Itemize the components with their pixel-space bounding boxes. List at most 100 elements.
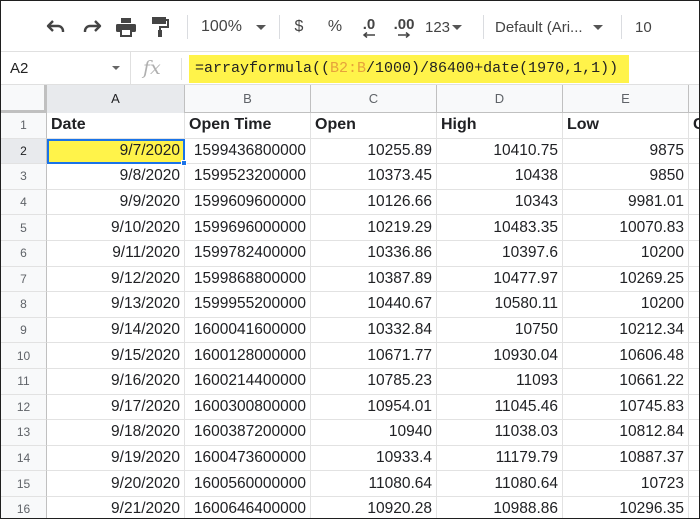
percent-format-button[interactable]: % <box>323 14 347 40</box>
cell-low[interactable]: 10723 <box>563 471 689 497</box>
cell-date[interactable]: 9/21/2020 <box>47 497 185 518</box>
cell-open[interactable]: 10671.77 <box>311 343 437 369</box>
formula-input[interactable]: =arrayformula((B2:B/1000)/86400+date(197… <box>189 55 629 83</box>
cell-low[interactable]: 10887.37 <box>563 445 689 472</box>
row-header[interactable]: 13 <box>1 420 47 446</box>
cell-close-partial[interactable] <box>689 292 699 318</box>
cell-low[interactable]: 10812.84 <box>563 420 689 446</box>
row-header[interactable]: 10 <box>1 343 47 369</box>
column-header-e[interactable]: E <box>563 85 689 113</box>
cell-open[interactable]: 10336.86 <box>311 241 437 267</box>
cell-open-time[interactable]: 1599782400000 <box>185 241 311 267</box>
cell-open[interactable]: 11080.64 <box>311 471 437 497</box>
cell-date[interactable]: 9/12/2020 <box>47 266 185 293</box>
cell-date[interactable]: 9/18/2020 <box>47 420 185 446</box>
row-header[interactable]: 4 <box>1 189 47 216</box>
cell-date[interactable]: 9/11/2020 <box>47 241 185 267</box>
undo-icon[interactable] <box>41 14 71 40</box>
cell-high[interactable]: 10477.97 <box>437 266 563 293</box>
cell-low[interactable]: 10269.25 <box>563 266 689 293</box>
column-header-b[interactable]: B <box>185 85 311 113</box>
cell-open-time[interactable]: 1599696000000 <box>185 215 311 241</box>
cell-date[interactable]: 9/7/2020 <box>47 138 185 165</box>
cell-high[interactable]: 11080.64 <box>437 471 563 497</box>
cell-low[interactable]: 10606.48 <box>563 343 689 369</box>
cell-close-partial[interactable] <box>689 215 699 241</box>
cell-open-time[interactable]: 1600041600000 <box>185 317 311 344</box>
zoom-select[interactable]: 100% <box>201 14 269 40</box>
cell-open[interactable]: 10954.01 <box>311 394 437 421</box>
cell-open-time[interactable]: 1600560000000 <box>185 471 311 497</box>
cell-date[interactable]: 9/17/2020 <box>47 394 185 421</box>
cell-open[interactable]: 10387.89 <box>311 266 437 293</box>
cell-high[interactable]: 10483.35 <box>437 215 563 241</box>
cell-high[interactable]: 11179.79 <box>437 445 563 472</box>
row-header[interactable]: 5 <box>1 215 47 241</box>
cell-high[interactable]: 10397.6 <box>437 241 563 267</box>
font-size-select[interactable]: 10 <box>635 14 675 40</box>
cell-low[interactable]: 9981.01 <box>563 189 689 216</box>
cell-close-partial[interactable] <box>689 395 699 421</box>
cell-low[interactable]: 10296.35 <box>563 497 689 518</box>
cell-high[interactable]: 10988.86 <box>437 497 563 518</box>
row-header[interactable]: 15 <box>1 471 47 497</box>
cell-date[interactable]: 9/20/2020 <box>47 471 185 497</box>
cell-low[interactable]: 10212.34 <box>563 317 689 344</box>
cell-high[interactable]: 10930.04 <box>437 343 563 369</box>
cell-low[interactable]: 10200 <box>563 241 689 267</box>
cell-high[interactable]: 10410.75 <box>437 138 563 165</box>
cell-open[interactable]: 10940 <box>311 420 437 446</box>
select-all-corner[interactable] <box>1 85 47 113</box>
cell-high[interactable]: 10750 <box>437 317 563 344</box>
cell-open[interactable]: 10126.66 <box>311 189 437 216</box>
header-cell-high[interactable]: High <box>437 113 563 139</box>
cell-date[interactable]: 9/8/2020 <box>47 164 185 190</box>
header-cell-low[interactable]: Low <box>563 113 689 139</box>
cell-low[interactable]: 10745.83 <box>563 394 689 421</box>
cell-date[interactable]: 9/15/2020 <box>47 343 185 369</box>
cell-high[interactable]: 11093 <box>437 369 563 395</box>
print-icon[interactable] <box>111 14 141 40</box>
cell-close-partial[interactable] <box>689 164 699 190</box>
fill-handle[interactable] <box>181 160 187 167</box>
header-cell-open[interactable]: Open <box>311 113 437 139</box>
cell-high[interactable]: 10438 <box>437 164 563 190</box>
cell-close-partial[interactable] <box>689 420 699 446</box>
cell-open-time[interactable]: 1599955200000 <box>185 292 311 318</box>
cell-open-time[interactable]: 1599609600000 <box>185 189 311 216</box>
cell-date[interactable]: 9/14/2020 <box>47 317 185 344</box>
cell-date[interactable]: 9/9/2020 <box>47 189 185 216</box>
row-header[interactable]: 6 <box>1 241 47 267</box>
cell-open-time[interactable]: 1600387200000 <box>185 420 311 446</box>
cell-high[interactable]: 11045.46 <box>437 394 563 421</box>
cell-open[interactable]: 10219.29 <box>311 215 437 241</box>
cell-high[interactable]: 10343 <box>437 189 563 216</box>
cell-open[interactable]: 10332.84 <box>311 317 437 344</box>
row-header[interactable]: 3 <box>1 164 47 190</box>
column-header-c[interactable]: C <box>311 85 437 113</box>
row-header[interactable]: 12 <box>1 394 47 421</box>
header-cell-close-partial[interactable]: C <box>689 113 699 139</box>
cell-date[interactable]: 9/10/2020 <box>47 215 185 241</box>
cell-low[interactable]: 10661.22 <box>563 369 689 395</box>
more-formats-select[interactable]: 123 <box>425 14 469 40</box>
increase-decimal-button[interactable]: .00 <box>389 14 419 40</box>
font-select[interactable]: Default (Ari... <box>495 14 611 40</box>
cell-low[interactable]: 9875 <box>563 138 689 165</box>
cell-open[interactable]: 10920.28 <box>311 497 437 518</box>
column-header-d[interactable]: D <box>437 85 563 113</box>
cell-open-time[interactable]: 1599868800000 <box>185 266 311 293</box>
cell-open[interactable]: 10933.4 <box>311 445 437 472</box>
cell-open[interactable]: 10255.89 <box>311 138 437 165</box>
cell-low[interactable]: 10200 <box>563 292 689 318</box>
cell-close-partial[interactable] <box>689 318 699 344</box>
cell-open-time[interactable]: 1600128000000 <box>185 343 311 369</box>
header-cell-open-time[interactable]: Open Time <box>185 113 311 139</box>
cell-open-time[interactable]: 1600646400000 <box>185 497 311 518</box>
currency-format-button[interactable]: $ <box>289 14 309 40</box>
cell-high[interactable]: 10580.11 <box>437 292 563 318</box>
cell-open-time[interactable]: 1600473600000 <box>185 445 311 472</box>
row-header[interactable]: 2 <box>1 138 47 165</box>
row-header[interactable]: 7 <box>1 266 47 293</box>
column-header-a[interactable]: A <box>47 85 185 113</box>
